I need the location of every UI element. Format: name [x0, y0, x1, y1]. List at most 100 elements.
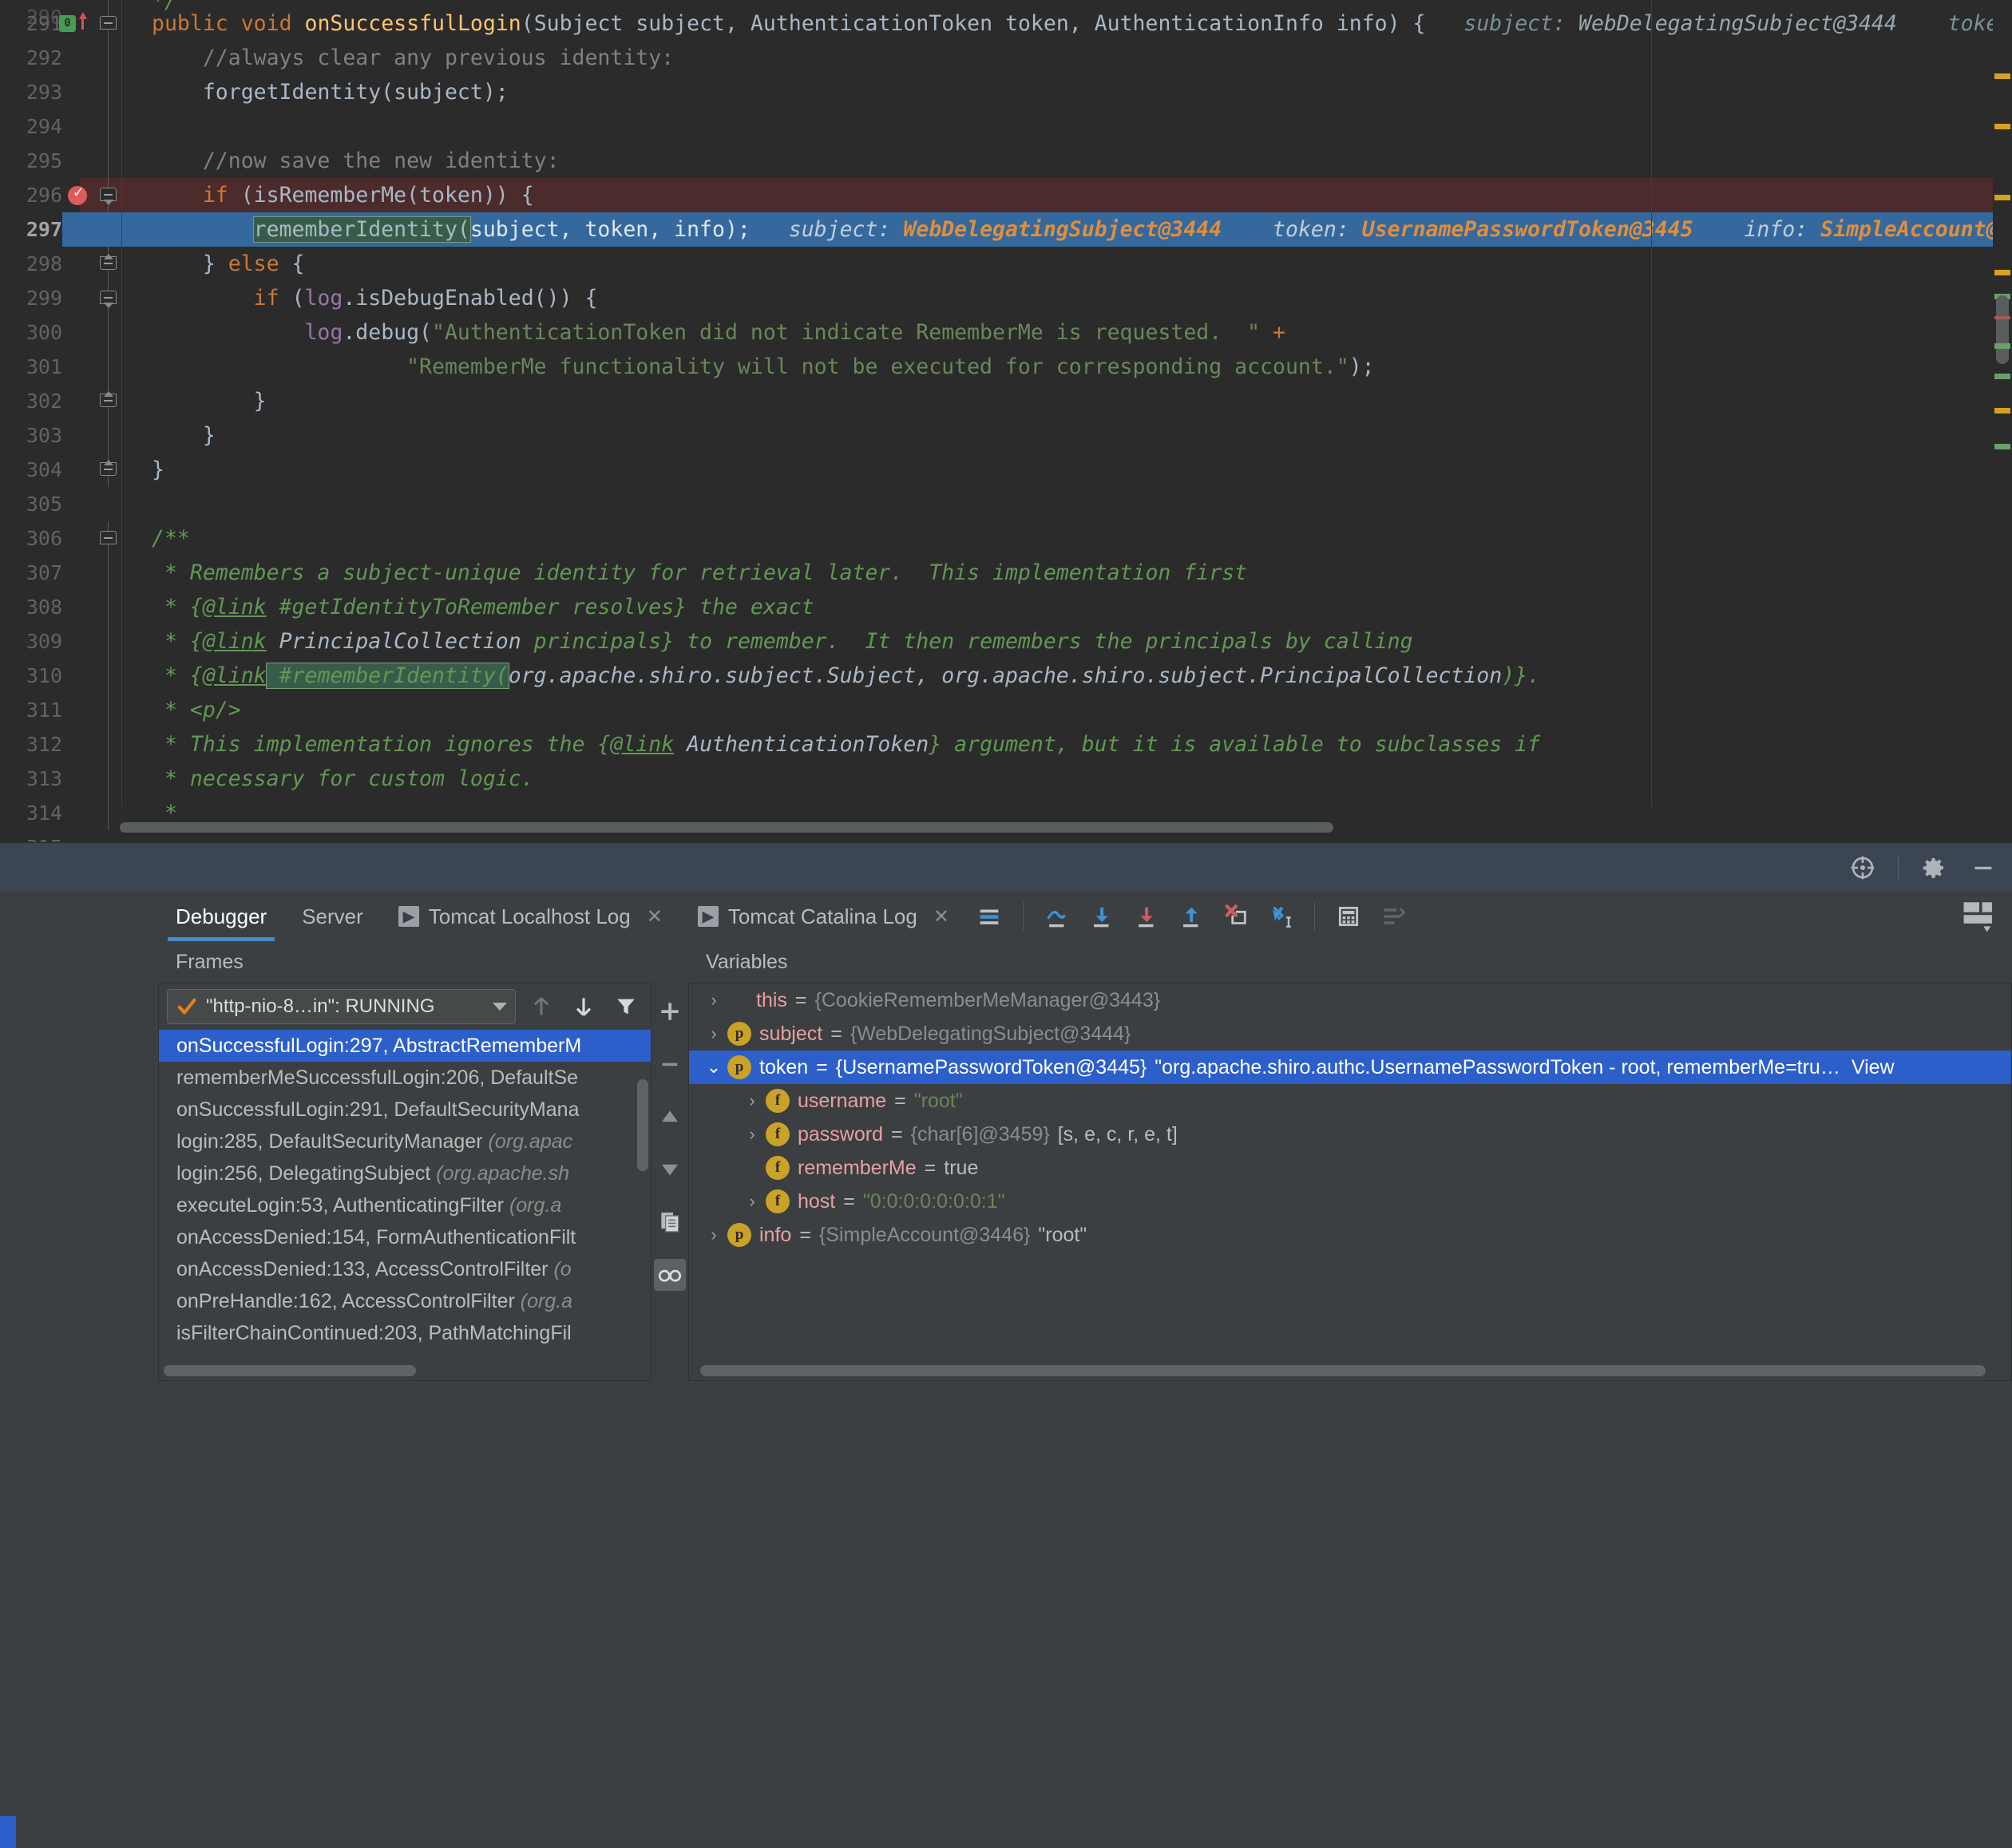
frame-item[interactable]: login:256, DelegatingSubject (org.apache… [159, 1157, 651, 1189]
thread-selector-dropdown[interactable]: "http-nio-8…in": RUNNING [167, 989, 517, 1024]
code-line-execution-point[interactable]: 297 rememberIdentity(subject, token, inf… [0, 212, 2012, 247]
debug-tool-window[interactable]: Debugger Server ▶ Tomcat Localhost Log ✕… [0, 842, 2012, 1848]
gutter[interactable]: 293 [0, 75, 152, 109]
scrollbar-thumb[interactable] [120, 822, 1333, 833]
tab-server[interactable]: Server [284, 892, 381, 941]
frame-item[interactable]: onAccessDenied:154, FormAuthenticationFi… [159, 1221, 651, 1253]
tab-debugger[interactable]: Debugger [158, 892, 284, 941]
settings-layout-icon[interactable] [1958, 898, 2001, 935]
gutter[interactable]: 292 [0, 41, 152, 75]
variable-row-this[interactable]: › this = {CookieRememberMeManager@3443} [689, 983, 2011, 1017]
gutter[interactable]: 298 [0, 247, 152, 281]
filter-frames-icon[interactable] [608, 989, 643, 1024]
gutter[interactable]: 299 [0, 281, 152, 315]
fold-icon[interactable] [100, 531, 117, 544]
add-watch-icon[interactable] [654, 995, 686, 1027]
evaluate-expression-icon[interactable] [1329, 897, 1368, 936]
frame-down-icon[interactable] [566, 989, 600, 1024]
frame-item[interactable]: onAccessDenied:133, AccessControlFilter … [159, 1253, 651, 1285]
debug-tabs-row[interactable]: Debugger Server ▶ Tomcat Localhost Log ✕… [0, 892, 2012, 941]
code-line[interactable]: 303 } [0, 418, 2012, 453]
gutter[interactable]: 300 [0, 315, 152, 350]
watches-icon[interactable] [654, 1259, 686, 1291]
variable-row-info[interactable]: › p info = {SimpleAccount@3446} "root" [689, 1218, 2011, 1252]
chevron-right-icon[interactable]: › [739, 1191, 766, 1212]
target-icon[interactable] [1848, 853, 1877, 882]
chevron-right-icon[interactable]: › [700, 1225, 727, 1245]
gutter[interactable]: 313 [0, 762, 152, 796]
code-line[interactable]: 298 } else { [0, 247, 2012, 281]
variable-row-password[interactable]: › f password = {char[6]@3459} [s, e, c, … [689, 1118, 2011, 1151]
frames-panel[interactable]: Frames "http-nio-8…in": RUNNING onSucces… [158, 941, 652, 1381]
frame-item[interactable]: executeLogin:53, AuthenticatingFilter (o… [159, 1189, 651, 1221]
tab-tomcat-localhost-log[interactable]: ▶ Tomcat Localhost Log ✕ [381, 892, 680, 941]
gutter[interactable]: 304 [0, 453, 152, 487]
gutter[interactable]: 294 [0, 109, 152, 144]
code-line[interactable]: 311 * <p/> [0, 693, 2012, 727]
code-line[interactable]: 304 } [0, 453, 2012, 487]
show-execution-point-icon[interactable] [970, 897, 1008, 936]
run-to-cursor-gutter-icon[interactable]: 0 [59, 15, 76, 32]
frames-vertical-scrollbar[interactable] [637, 1079, 648, 1171]
remove-watch-icon[interactable] [654, 1048, 686, 1080]
minimize-icon[interactable] [1969, 853, 1998, 882]
variable-row-subject[interactable]: › p subject = {WebDelegatingSubject@3444… [689, 1017, 2011, 1051]
code-line[interactable]: 305 [0, 487, 2012, 521]
stripe-marker[interactable] [1994, 408, 2010, 414]
thread-selector-row[interactable]: "http-nio-8…in": RUNNING [159, 983, 651, 1030]
move-up-icon[interactable] [654, 1101, 686, 1133]
chevron-down-icon[interactable]: ⌄ [700, 1057, 727, 1078]
gutter[interactable]: 291 0 [0, 6, 152, 41]
gutter[interactable]: 312 [0, 727, 152, 762]
gutter[interactable]: 303 [0, 418, 152, 453]
code-line[interactable]: 310 * {@link #rememberIdentity(org.apach… [0, 659, 2012, 693]
stripe-marker[interactable] [1994, 316, 2010, 319]
gutter[interactable]: 301 [0, 350, 152, 384]
gutter[interactable]: 311 [0, 693, 152, 727]
code-editor[interactable]: 290 */ 291 0 public void onSuccessfulLog… [0, 0, 2012, 842]
code-line[interactable]: 308 * {@link #getIdentityToRemember reso… [0, 590, 2012, 624]
chevron-right-icon[interactable]: › [739, 1090, 766, 1111]
code-line[interactable]: 302 } [0, 384, 2012, 418]
threads-and-variables-icon[interactable] [1374, 897, 1412, 936]
frame-item[interactable]: onSuccessfulLogin:291, DefaultSecurityMa… [159, 1094, 651, 1126]
gutter[interactable]: 306 [0, 521, 152, 556]
editor-horizontal-scrollbar[interactable] [120, 822, 1948, 833]
gutter[interactable]: 309 [0, 624, 152, 659]
stripe-marker[interactable] [1994, 270, 2010, 275]
copy-value-icon[interactable] [654, 1206, 686, 1238]
frame-item[interactable]: onPreHandle:162, AccessControlFilter (or… [159, 1285, 651, 1317]
stripe-marker[interactable] [1994, 343, 2010, 349]
frame-up-icon[interactable] [524, 989, 558, 1024]
step-out-icon[interactable] [1172, 897, 1210, 936]
code-line[interactable]: 292 //always clear any previous identity… [0, 41, 2012, 75]
frame-item[interactable]: rememberMeSuccessfulLogin:206, DefaultSe [159, 1062, 651, 1094]
gutter[interactable]: 305 [0, 487, 152, 521]
stripe-marker[interactable] [1994, 73, 2010, 79]
stripe-marker[interactable] [1994, 374, 2010, 379]
code-line[interactable]: 299 if (log.isDebugEnabled()) { [0, 281, 2012, 315]
code-line[interactable]: 309 * {@link PrincipalCollection princip… [0, 624, 2012, 659]
stripe-marker[interactable] [1994, 124, 2010, 129]
gutter[interactable]: 296 ✓ [0, 178, 152, 212]
editor-error-stripe[interactable] [1993, 0, 2012, 806]
code-line-breakpoint[interactable]: 296 ✓ if (isRememberMe(token)) { [0, 178, 2012, 212]
variable-row-username[interactable]: › f username = "root" [689, 1084, 2011, 1118]
gutter[interactable]: 297 [0, 212, 152, 247]
step-into-icon[interactable] [1083, 897, 1121, 936]
code-line[interactable]: 294 [0, 109, 2012, 144]
code-line[interactable]: 293 forgetIdentity(subject); [0, 75, 2012, 109]
stripe-marker[interactable] [1994, 444, 2010, 449]
close-icon[interactable]: ✕ [647, 905, 663, 928]
drop-frame-icon[interactable] [1217, 897, 1255, 936]
variables-tree[interactable]: › this = {CookieRememberMeManager@3443} … [689, 983, 2011, 1359]
variables-horizontal-scrollbar[interactable] [700, 1365, 1986, 1376]
gutter[interactable]: 310 [0, 659, 152, 693]
variable-row-host[interactable]: › f host = "0:0:0:0:0:0:0:1" [689, 1185, 2011, 1218]
code-line[interactable]: 312 * This implementation ignores the {@… [0, 727, 2012, 762]
variable-row-token[interactable]: ⌄ p token = {UsernamePasswordToken@3445}… [689, 1051, 2011, 1084]
gutter[interactable]: 308 [0, 590, 152, 624]
code-line[interactable]: 301 "RememberMe functionality will not b… [0, 350, 2012, 384]
gutter[interactable]: 295 [0, 144, 152, 178]
frame-item[interactable]: login:285, DefaultSecurityManager (org.a… [159, 1126, 651, 1157]
